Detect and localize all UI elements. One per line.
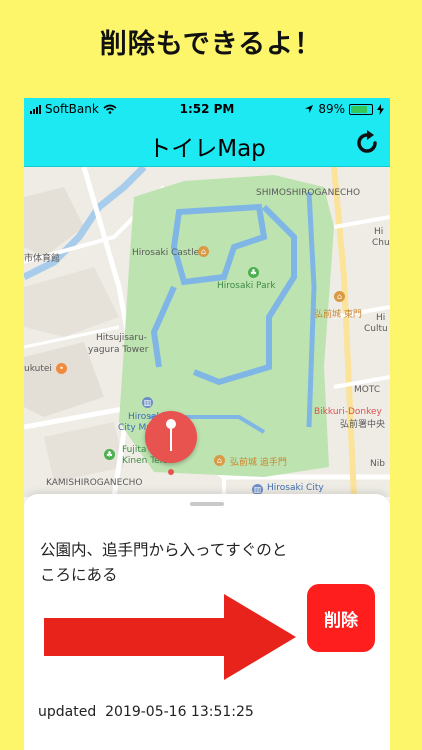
battery-percent: 89% xyxy=(318,102,345,116)
updated-line: updated 2019-05-16 13:51:25 xyxy=(38,704,254,720)
delete-button[interactable]: 削除 xyxy=(307,584,375,652)
map-label-hirosaki-park: Hirosaki Park xyxy=(217,281,276,291)
pin-icon xyxy=(166,419,176,451)
arrow-icon xyxy=(44,594,296,680)
map-label-shimoshiroganecho: SHIMOSHIROGANECHO xyxy=(256,188,361,198)
charging-icon xyxy=(377,103,384,115)
map-label-otemon: 弘前城 追手門 xyxy=(230,458,287,468)
map-label-taiikukan: 市体育館 xyxy=(24,254,61,264)
park-poi-icon[interactable]: ♣ xyxy=(248,267,259,278)
east-gate-poi-icon[interactable]: ⌂ xyxy=(334,291,345,302)
map-label-kamishiroganecho: KAMISHIROGANECHO xyxy=(46,478,143,488)
museum-poi-icon[interactable]: ▥ xyxy=(142,397,153,408)
sheet-grabber[interactable] xyxy=(190,502,224,506)
pin-anchor-dot xyxy=(168,469,174,475)
promo-headline: 削除もできるよ！ xyxy=(99,29,323,60)
garden-poi-icon[interactable]: ♣ xyxy=(104,449,115,460)
map-label-chu: Chu xyxy=(372,238,390,248)
phone-screen: SoftBank 1:52 PM 89% トイレMap SHIMOSHIROGA… xyxy=(24,98,390,750)
status-right: 89% xyxy=(304,102,384,116)
map-label-east-gate: 弘前城 東門 xyxy=(314,310,362,320)
battery-fill xyxy=(351,105,367,113)
toilet-description: 公園内、追手門から入ってすぐのところにある xyxy=(40,541,288,584)
map-label-hi: Hi xyxy=(374,227,384,237)
map-label-kukutei: ukutei xyxy=(24,364,52,374)
updated-timestamp: 2019-05-16 13:51:25 xyxy=(105,704,254,720)
map-label-hirosaki-city: Hirosaki City xyxy=(267,483,324,493)
navigation-bar: トイレMap xyxy=(24,120,390,167)
updated-label: updated xyxy=(38,704,97,720)
map-label-motc: MOTC xyxy=(354,385,381,395)
map-label-fujita-1: Fujita xyxy=(122,445,147,455)
castle-poi-icon[interactable]: ⌂ xyxy=(198,246,209,257)
status-bar: SoftBank 1:52 PM 89% xyxy=(24,98,390,120)
map-label-police: 弘前署中央 xyxy=(340,420,386,430)
battery-icon xyxy=(349,103,373,115)
map-canvas xyxy=(24,167,390,497)
restaurant-poi-icon[interactable]: • xyxy=(56,363,67,374)
map-view[interactable]: SHIMOSHIROGANECHO Hirosaki Castle ⌂ ♣ Hi… xyxy=(24,167,390,497)
map-label-hitsujisaru-1: Hitsujisaru- xyxy=(96,333,148,343)
map-label-nib: Nib xyxy=(370,459,385,469)
map-label-bikkuri-donkey: Bikkuri-Donkey xyxy=(314,407,382,417)
map-label-hitsujisaru-2: yagura Tower xyxy=(88,345,149,355)
refresh-icon[interactable] xyxy=(352,128,382,158)
otemon-poi-icon[interactable]: ⌂ xyxy=(214,455,225,466)
map-label-cultu: Cultu xyxy=(364,324,388,334)
map-label-hi-2: Hi xyxy=(376,313,386,323)
toilet-pin-marker[interactable] xyxy=(145,411,197,463)
detail-sheet: 公園内、追手門から入ってすぐのところにある 削除 updated 2019-05… xyxy=(24,494,390,750)
app-title: トイレMap xyxy=(148,136,266,162)
location-arrow-icon xyxy=(305,105,314,113)
map-label-hirosaki-castle: Hirosaki Castle xyxy=(132,248,200,258)
